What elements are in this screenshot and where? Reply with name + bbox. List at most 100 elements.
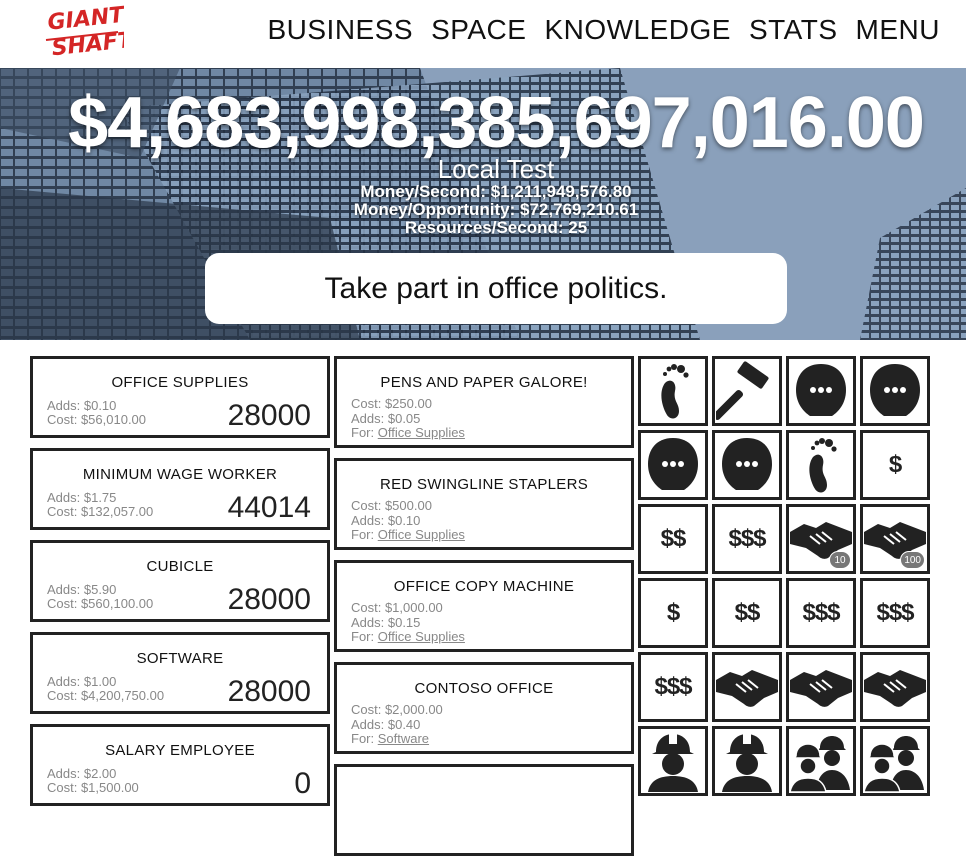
handshake-icon <box>862 662 928 712</box>
upgrade-meta: Cost: $2,000.00 Adds: $0.40 For: Softwar… <box>351 702 443 747</box>
resource-card-cubicle[interactable]: CUBICLE Adds: $5.90 Cost: $560,100.00 28… <box>30 540 330 622</box>
upgrade-cost: Cost: $1,000.00 <box>351 600 443 615</box>
resource-cost: Cost: $560,100.00 <box>47 596 154 611</box>
achievement-tile[interactable]: 100 <box>860 504 930 574</box>
achievement-grid: $ $$ $$$ 10 100 $ $$ $$$ $$$ $$$ <box>638 356 930 796</box>
achievement-tile[interactable]: $$ <box>712 578 782 648</box>
achievement-badge: 100 <box>900 551 925 569</box>
achievement-tile[interactable]: $$$ <box>786 578 856 648</box>
upgrade-card-pens-and-paper[interactable]: PENS AND PAPER GALORE! Cost: $250.00 Add… <box>334 356 634 448</box>
achievement-tile[interactable]: $ <box>638 578 708 648</box>
head-speech-icon <box>864 360 926 422</box>
resource-card-office-supplies[interactable]: OFFICE SUPPLIES Adds: $0.10 Cost: $56,01… <box>30 356 330 438</box>
office-politics-button[interactable]: Take part in office politics. <box>205 253 787 324</box>
workers-group-icon <box>788 730 854 792</box>
upgrade-title: RED SWINGLINE STAPLERS <box>379 476 589 493</box>
achievement-tile[interactable]: $$$ <box>638 652 708 722</box>
upgrade-title: CONTOSO OFFICE <box>414 680 554 697</box>
dollar-icon: $$ <box>734 599 761 626</box>
achievement-badge: 10 <box>829 551 851 569</box>
upgrade-title: OFFICE COPY MACHINE <box>393 578 575 595</box>
resource-title: OFFICE SUPPLIES <box>111 374 249 391</box>
achievement-tile[interactable]: $$$ <box>860 578 930 648</box>
resources-per-second: Resources/Second: 25 <box>404 218 588 237</box>
resource-count: 28000 <box>227 583 311 616</box>
achievement-tile[interactable] <box>860 356 930 426</box>
achievement-tile[interactable] <box>638 430 708 500</box>
nav-knowledge[interactable]: KNOWLEDGE <box>544 14 731 46</box>
achievement-tile[interactable] <box>786 430 856 500</box>
achievement-tile[interactable]: 10 <box>786 504 856 574</box>
resource-meta: Adds: $0.10 Cost: $56,010.00 <box>47 399 146 427</box>
nav-business[interactable]: BUSINESS <box>267 14 413 46</box>
resource-cost: Cost: $56,010.00 <box>47 412 147 427</box>
nav-stats[interactable]: STATS <box>749 14 838 46</box>
header: GIANT SHAFT BUSINESS SPACE KNOWLEDGE STA… <box>0 0 966 68</box>
resource-count: 28000 <box>227 675 311 708</box>
dollar-icon: $$$ <box>876 599 914 626</box>
resources-column: OFFICE SUPPLIES Adds: $0.10 Cost: $56,01… <box>30 356 330 816</box>
achievement-tile[interactable] <box>712 356 782 426</box>
achievement-tile[interactable] <box>712 652 782 722</box>
resource-title: SALARY EMPLOYEE <box>105 742 255 759</box>
resource-meta: Adds: $1.00 Cost: $4,200,750.00 <box>47 675 164 703</box>
upgrade-card-partial[interactable] <box>334 764 634 856</box>
achievement-tile[interactable] <box>786 652 856 722</box>
handshake-icon <box>788 662 854 712</box>
upgrade-for-link[interactable]: Software <box>378 731 429 746</box>
nav-space[interactable]: SPACE <box>431 14 526 46</box>
upgrade-for: For: Software <box>351 731 443 747</box>
money-total: $4,683,998,385,697,016.00 <box>68 83 925 163</box>
resource-meta: Adds: $2.00 Cost: $1,500.00 <box>47 767 139 795</box>
resource-adds: Adds: $1.00 <box>47 674 117 689</box>
achievement-tile[interactable] <box>638 726 708 796</box>
upgrades-column: PENS AND PAPER GALORE! Cost: $250.00 Add… <box>334 356 634 866</box>
upgrade-adds: Adds: $0.05 <box>351 410 421 426</box>
achievement-tile[interactable] <box>860 726 930 796</box>
achievement-tile[interactable] <box>786 356 856 426</box>
worker-icon <box>642 730 704 792</box>
upgrade-for-link[interactable]: Office Supplies <box>378 425 465 440</box>
achievement-tile[interactable] <box>638 356 708 426</box>
dollar-icon: $$$ <box>654 673 692 700</box>
achievement-tile[interactable]: $ <box>860 430 930 500</box>
nav-menu[interactable]: MENU <box>856 14 940 46</box>
achievement-tile[interactable] <box>786 726 856 796</box>
upgrade-for-label: For: <box>351 629 378 644</box>
head-speech-icon <box>790 360 852 422</box>
achievement-tile[interactable] <box>860 652 930 722</box>
achievement-tile[interactable] <box>712 430 782 500</box>
resource-cost: Cost: $1,500.00 <box>47 780 139 795</box>
resource-adds: Adds: $5.90 <box>47 582 117 597</box>
upgrade-for: For: Office Supplies <box>351 629 465 645</box>
upgrade-adds: Adds: $0.15 <box>351 614 421 630</box>
resource-title: CUBICLE <box>146 558 214 575</box>
achievement-tile[interactable] <box>712 726 782 796</box>
achievement-tile[interactable]: $$$ <box>712 504 782 574</box>
upgrade-adds: Adds: $0.10 <box>351 512 421 528</box>
worker-icon <box>716 730 778 792</box>
upgrade-meta: Cost: $500.00 Adds: $0.10 For: Office Su… <box>351 498 465 543</box>
upgrade-for-link[interactable]: Office Supplies <box>378 629 465 644</box>
upgrade-card-office-copy-machine[interactable]: OFFICE COPY MACHINE Cost: $1,000.00 Adds… <box>334 560 634 652</box>
resource-card-minimum-wage-worker[interactable]: MINIMUM WAGE WORKER Adds: $1.75 Cost: $1… <box>30 448 330 530</box>
upgrade-card-contoso-office[interactable]: CONTOSO OFFICE Cost: $2,000.00 Adds: $0.… <box>334 662 634 754</box>
achievement-tile[interactable]: $$ <box>638 504 708 574</box>
upgrade-for-label: For: <box>351 425 378 440</box>
upgrade-meta: Cost: $250.00 Adds: $0.05 For: Office Su… <box>351 396 465 441</box>
footprint-icon <box>653 361 693 421</box>
upgrade-for: For: Office Supplies <box>351 425 465 441</box>
resource-count: 44014 <box>227 491 311 524</box>
resource-card-software[interactable]: SOFTWARE Adds: $1.00 Cost: $4,200,750.00… <box>30 632 330 714</box>
giant-shaft-logo[interactable]: GIANT SHAFT <box>44 4 124 62</box>
hammer-icon <box>716 360 778 422</box>
head-speech-icon <box>716 434 778 496</box>
upgrade-for-link[interactable]: Office Supplies <box>378 527 465 542</box>
resource-count: 0 <box>294 767 311 800</box>
upgrade-meta: Cost: $1,000.00 Adds: $0.15 For: Office … <box>351 600 465 645</box>
upgrade-cost: Cost: $500.00 <box>351 498 432 513</box>
main-nav: BUSINESS SPACE KNOWLEDGE STATS MENU <box>267 14 940 46</box>
upgrade-card-red-swingline-staplers[interactable]: RED SWINGLINE STAPLERS Cost: $500.00 Add… <box>334 458 634 550</box>
resource-card-salary-employee[interactable]: SALARY EMPLOYEE Adds: $2.00 Cost: $1,500… <box>30 724 330 806</box>
company-name: Local Test <box>437 154 555 184</box>
